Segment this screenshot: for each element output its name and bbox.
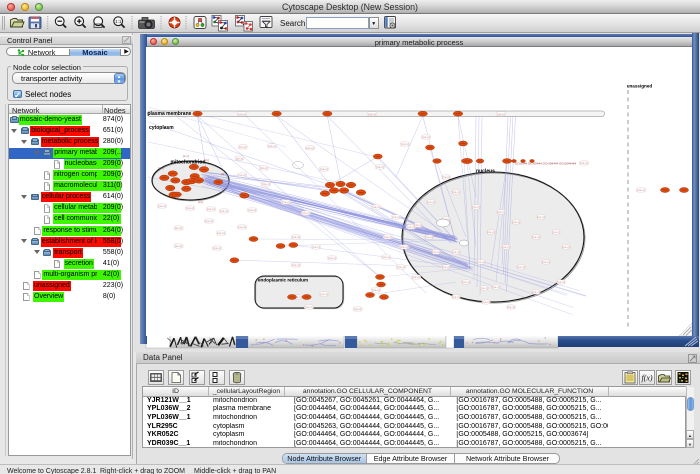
svg-text:[xx-x]: [xx-x] [368,112,375,116]
svg-text:[xx-x]: [xx-x] [268,144,275,148]
svg-text:[xx-x]: [xx-x] [472,205,479,209]
svg-text:mitochondrion: mitochondrion [170,160,205,166]
svg-text:[xx-x]: [xx-x] [292,235,299,239]
svg-text:[xx-x]: [xx-x] [537,215,544,219]
svg-text:[xx-x]: [xx-x] [400,245,407,249]
svg-text:[xx-x]: [xx-x] [205,219,212,223]
svg-text:[xx-x]: [xx-x] [442,175,449,179]
svg-text:[xx-x]: [xx-x] [512,220,519,224]
svg-text:[xx-x]: [xx-x] [260,166,267,170]
svg-text:[xx-x]: [xx-x] [320,292,327,296]
svg-text:[xx-x]: [xx-x] [414,223,421,227]
svg-text:[xx-x]: [xx-x] [220,209,227,213]
svg-text:[xx-x]: [xx-x] [248,208,255,212]
svg-text:[xx-x]: [xx-x] [306,146,313,150]
svg-text:[xx-x]: [xx-x] [497,112,504,116]
svg-text:endoplasmic reticulum: endoplasmic reticulum [258,278,308,283]
svg-text:[xx-x]: [xx-x] [158,204,165,208]
svg-text:[xx-x]: [xx-x] [401,142,408,146]
svg-text:nucleus: nucleus [476,169,495,175]
svg-text:cytoplasm: cytoplasm [149,125,174,131]
svg-text:[xx-x]: [xx-x] [452,295,459,299]
svg-text:[xx-x]: [xx-x] [354,307,361,311]
svg-text:[xx-x]: [xx-x] [452,250,459,254]
svg-text:[xx-x]: [xx-x] [412,275,419,279]
svg-text:[xx-x]: [xx-x] [452,190,459,194]
svg-text:[xx-x]: [xx-x] [392,215,399,219]
svg-text:[xx-x]: [xx-x] [422,135,429,139]
svg-text:[xx-x]: [xx-x] [480,286,487,290]
svg-text:[xx-x]: [xx-x] [502,245,509,249]
svg-text:[xx-x]: [xx-x] [462,280,469,284]
svg-text:[xx-x]: [xx-x] [238,112,245,116]
svg-text:[xx-x]: [xx-x] [384,235,391,239]
svg-text:[xx-x]: [xx-x] [507,305,514,309]
svg-text:[xx-x]: [xx-x] [238,225,245,229]
svg-text:[xx-x]: [xx-x] [174,226,181,230]
svg-text:[xx-x]: [xx-x] [557,280,564,284]
svg-text:[xx-x]: [xx-x] [482,300,489,304]
svg-text:[xx-x]: [xx-x] [292,263,299,267]
svg-text:[xx-x]: [xx-x] [239,145,246,149]
svg-text:[x-x]: [x-x] [158,166,164,170]
svg-text:[x]: [x] [221,172,224,176]
svg-text:[xx-x]: [xx-x] [302,211,309,215]
svg-text:[xx-x]: [xx-x] [320,167,327,171]
svg-text:[xx-x]: [xx-x] [213,246,220,250]
svg-text:[xx-x]: [xx-x] [497,210,504,214]
svg-text:[xx-x]: [xx-x] [477,260,484,264]
svg-text:[xx-x]: [xx-x] [517,265,524,269]
svg-text:[xx-x]: [xx-x] [282,200,289,204]
svg-text:[xx-x]: [xx-x] [637,188,644,192]
svg-text:[xx]: [xx] [198,200,203,204]
svg-text:[xx-x]: [xx-x] [492,285,499,289]
svg-text:[xx-x]: [xx-x] [305,305,312,309]
svg-text:[xx-x]: [xx-x] [427,200,434,204]
svg-text:1:1: 1:1 [115,19,122,24]
svg-text:[xx-x]: [xx-x] [238,173,245,177]
svg-text:[xx-x]: [xx-x] [328,256,335,260]
svg-text:[xx-x]: [xx-x] [432,250,439,254]
svg-text:[xx-x]: [xx-x] [562,245,569,249]
svg-text:[xx-x]: [xx-x] [235,156,242,160]
svg-text:[xx-x]: [xx-x] [372,205,379,209]
svg-text:[xx-x]: [xx-x] [425,235,432,239]
svg-text:[xx-x]: [xx-x] [174,244,181,248]
svg-text:[xx-x]: [xx-x] [397,265,404,269]
svg-text:[xx-x]: [xx-x] [262,182,269,186]
svg-text:[xx-x]: [xx-x] [532,235,539,239]
svg-text:f(x): f(x) [641,374,652,383]
svg-text:[xx-x]: [xx-x] [580,161,587,165]
svg-text:unassigned: unassigned [626,84,652,89]
svg-text:[xx-x]: [xx-x] [207,207,214,211]
svg-text:[xx-x]: [xx-x] [542,260,549,264]
svg-text:plasma membrane: plasma membrane [147,111,191,117]
svg-text:[xx-x]: [xx-x] [372,288,379,292]
svg-text:[xx-x]: [xx-x] [442,265,449,269]
svg-text:[xx-x]: [xx-x] [532,290,539,294]
svg-text:[xx-x]: [xx-x] [186,206,193,210]
svg-text:[xx-x]: [xx-x] [217,231,224,235]
svg-text:[xx-x]: [xx-x] [487,230,494,234]
svg-text:[xx-x]: [xx-x] [376,165,383,169]
svg-text:[x-x]: [x-x] [183,154,189,158]
svg-text:[xx-x]: [xx-x] [382,255,389,259]
svg-text:[xx-x]: [xx-x] [312,245,319,249]
svg-text:[xx-x]: [xx-x] [552,230,559,234]
